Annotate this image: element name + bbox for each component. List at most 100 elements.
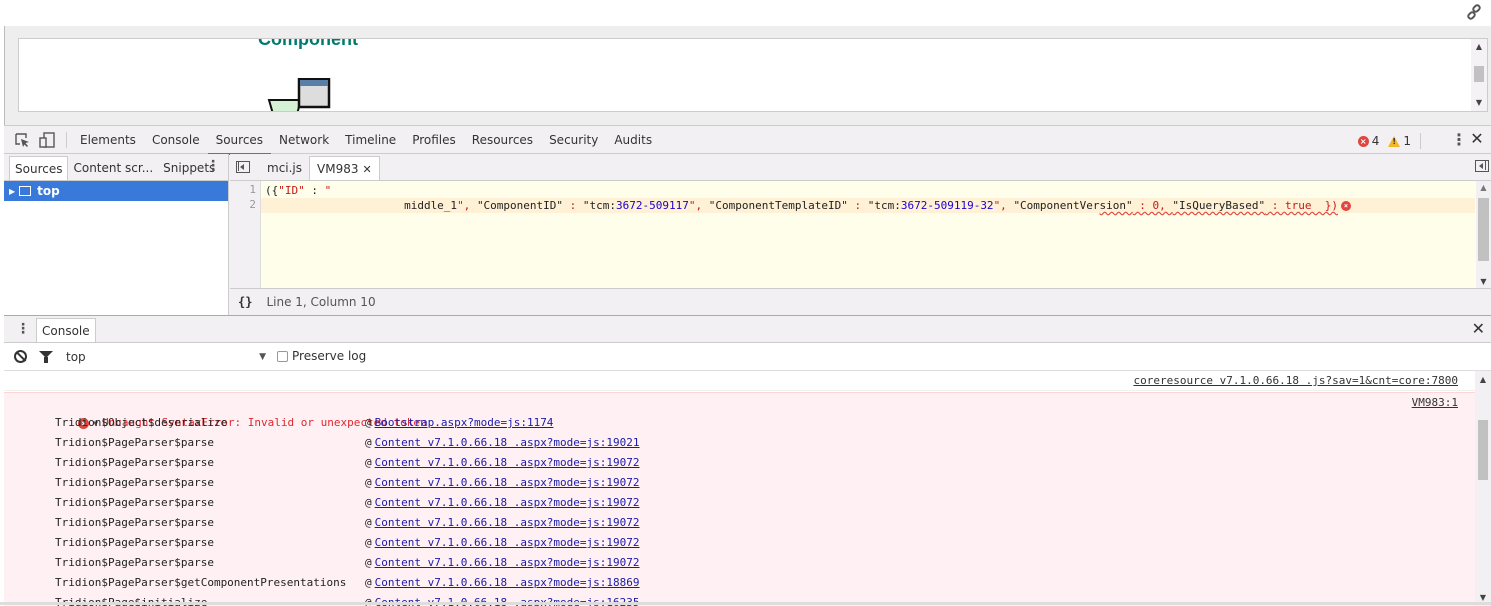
message-source-link[interactable]: coreresource v7.1.0.66.18 .js?sav=1&cnt=… — [1133, 371, 1458, 391]
warning-count: 1 — [1403, 134, 1411, 148]
stack-frame-link[interactable]: Content v7.1.0.66.18 .aspx?mode=js:19072 — [375, 556, 640, 569]
tab-network[interactable]: Network — [271, 126, 337, 154]
stack-frame-link[interactable]: Content v7.1.0.66.18 .aspx?mode=js:19072 — [375, 496, 640, 509]
stack-frame-row: Tridion$PageParser$parse@Content v7.1.0.… — [4, 553, 1475, 573]
code-token: " — [325, 184, 332, 197]
editor-tab-mci-js[interactable]: mci.js — [260, 156, 309, 180]
error-source-link[interactable]: VM983:1 — [1412, 393, 1458, 413]
checkbox[interactable] — [277, 351, 288, 362]
nav-tab-sources[interactable]: Sources — [9, 156, 68, 180]
page-scrollbar[interactable]: ▲ ▼ — [1471, 39, 1487, 111]
stack-frame-link[interactable]: Content v7.1.0.66.18 .aspx?mode=js:19072 — [375, 456, 640, 469]
scroll-down-arrow[interactable]: ▼ — [1475, 593, 1491, 602]
editor-tab-vm983[interactable]: VM983 ✕ — [309, 156, 380, 180]
stack-frame-function: Tridion$PageParser$parse — [55, 513, 214, 533]
drawer-menu-icon[interactable]: ⋮ — [16, 320, 26, 338]
line-gutter: 1 2 — [230, 181, 261, 288]
console-messages: DisplayController.start: Time taken to l… — [4, 371, 1491, 606]
device-mode-icon[interactable] — [39, 132, 55, 148]
code-token: "ComponentVer — [1013, 199, 1099, 212]
tab-console[interactable]: Console — [144, 126, 208, 154]
stack-frame-link[interactable]: Content v7.1.0.66.18 .aspx?mode=js:19021 — [375, 436, 640, 449]
close-drawer-icon[interactable]: ✕ — [1472, 320, 1485, 338]
editor-tab-label: VM983 — [317, 162, 358, 176]
page-content-frame: Component ▲ ▼ — [4, 26, 1491, 125]
tab-audits[interactable]: Audits — [606, 126, 660, 154]
error-warning-counter[interactable]: × 4 ! 1 — [1358, 133, 1421, 149]
stack-frame-location: @Bootstrap.aspx?mode=js:1174 — [365, 413, 553, 433]
context-value: top — [66, 350, 86, 364]
context-select[interactable]: top ▼ — [66, 348, 266, 366]
devtools-toolbar: Elements Console Sources Network Timelin… — [4, 126, 1491, 154]
stack-frame-row: Tridion$PageParser$parse@Content v7.1.0.… — [4, 453, 1475, 473]
tab-sources[interactable]: Sources — [208, 126, 271, 154]
scroll-up-arrow[interactable]: ▲ — [1475, 375, 1491, 384]
stack-frame-row: Tridion$Object$deserialize @Bootstrap.asp… — [4, 413, 1475, 433]
tab-timeline[interactable]: Timeline — [337, 126, 404, 154]
code-line-2: middle_1 ", "ComponentID" : "tcm: 3672-509… — [265, 198, 1351, 213]
stack-frame-location: @Content v7.1.0.66.18 .aspx?mode=js:1886… — [365, 573, 640, 593]
scroll-down-arrow[interactable]: ▼ — [1476, 277, 1491, 286]
stack-frame-link[interactable]: Content v7.1.0.66.18 .aspx?mode=js:19072 — [375, 476, 640, 489]
stack-frame-function: Tridion$PageParser$getComponentPresentat… — [55, 573, 346, 593]
drawer-tab-console[interactable]: Console — [36, 318, 96, 342]
toggle-debugger-icon[interactable] — [1475, 160, 1489, 172]
code-token: 3672-509119-32 — [901, 199, 994, 212]
close-devtools-icon[interactable]: ✕ — [1469, 130, 1485, 148]
code-token: : true }) — [1265, 199, 1338, 212]
tab-security[interactable]: Security — [541, 126, 606, 154]
stack-frame-location: @Content v7.1.0.66.18 .aspx?mode=js:1902… — [365, 433, 640, 453]
tab-elements[interactable]: Elements — [72, 126, 144, 154]
code-token: "tcm: — [583, 199, 616, 212]
toggle-navigator-icon[interactable] — [236, 161, 250, 173]
line-number[interactable]: 1 — [249, 183, 256, 196]
code-editor[interactable]: 1 2 ({"ID" : " middle_1", "ComponentID" … — [230, 181, 1491, 288]
scroll-thumb[interactable] — [1474, 66, 1484, 82]
stack-frame-row: Tridion$PageParser$parse@Content v7.1.0.… — [4, 493, 1475, 513]
stack-frame-link[interactable]: Content v7.1.0.66.18 .aspx?mode=js:19072 — [375, 536, 640, 549]
close-tab-icon[interactable]: ✕ — [363, 163, 372, 176]
scroll-down-arrow[interactable]: ▼ — [1471, 97, 1487, 109]
tree-item-top[interactable]: ▶ top — [4, 181, 228, 201]
error-header[interactable]: ×▼Uncaught SyntaxError: Invalid or unexp… — [4, 393, 1475, 413]
more-options-icon[interactable]: ⋮ — [1451, 131, 1461, 149]
code-token: "ComponentID" — [477, 199, 563, 212]
console-toolbar: top ▼ Preserve log — [4, 343, 1491, 371]
pretty-print-button[interactable]: {} — [238, 295, 252, 309]
navigator-more-icon[interactable]: ⋮ — [206, 157, 220, 175]
stack-frame-function: Tridion$PageParser$parse — [55, 553, 214, 573]
scroll-up-arrow[interactable]: ▲ — [1476, 183, 1491, 192]
stack-frame-link[interactable]: Content v7.1.0.66.18 .aspx?mode=js:19072 — [375, 516, 640, 529]
scroll-thumb[interactable] — [1478, 198, 1489, 261]
stack-frame-function: Tridion$PageParser$parse — [55, 493, 214, 513]
scroll-thumb[interactable] — [1478, 420, 1488, 480]
console-drawer: ⋮ Console ✕ top ▼ Preserve log DisplayCo… — [4, 315, 1491, 606]
tree-item-label: top — [37, 184, 60, 198]
scroll-up-arrow[interactable]: ▲ — [1471, 41, 1487, 53]
link-icon[interactable] — [1465, 4, 1483, 22]
line-number[interactable]: 2 — [249, 198, 256, 211]
code-token: ", — [689, 199, 709, 212]
code-token: middle_1 — [265, 199, 457, 212]
expand-arrow-icon[interactable]: ▶ — [9, 187, 15, 196]
console-scrollbar[interactable]: ▲ ▼ — [1475, 371, 1491, 606]
inspect-element-icon[interactable] — [14, 132, 30, 148]
code-scrollbar[interactable]: ▲ ▼ — [1476, 181, 1491, 288]
clear-console-icon[interactable] — [14, 350, 27, 363]
tab-resources[interactable]: Resources — [464, 126, 541, 154]
devtools-panel: Elements Console Sources Network Timelin… — [4, 125, 1491, 605]
tab-profiles[interactable]: Profiles — [404, 126, 464, 154]
stack-frame-function: Tridion$PageParser$parse — [55, 473, 214, 493]
preserve-log-checkbox[interactable]: Preserve log — [277, 349, 366, 363]
filter-icon[interactable] — [39, 350, 53, 364]
stack-frame-function: Tridion$Object$deserialize — [55, 413, 227, 433]
error-count: 4 — [1372, 134, 1380, 148]
inline-error-icon[interactable]: × — [1341, 201, 1351, 211]
editor-tabs: mci.js VM983 ✕ — [230, 154, 1491, 181]
stack-frame-link[interactable]: Bootstrap.aspx?mode=js:1174 — [375, 416, 554, 429]
code-token: : — [848, 199, 868, 212]
frame-icon — [19, 186, 31, 196]
stack-frame-row: Tridion$PageParser$parse@Content v7.1.0.… — [4, 433, 1475, 453]
nav-tab-content-scripts[interactable]: Content scr... — [68, 156, 158, 180]
stack-frame-link[interactable]: Content v7.1.0.66.18 .aspx?mode=js:18869 — [375, 576, 640, 589]
